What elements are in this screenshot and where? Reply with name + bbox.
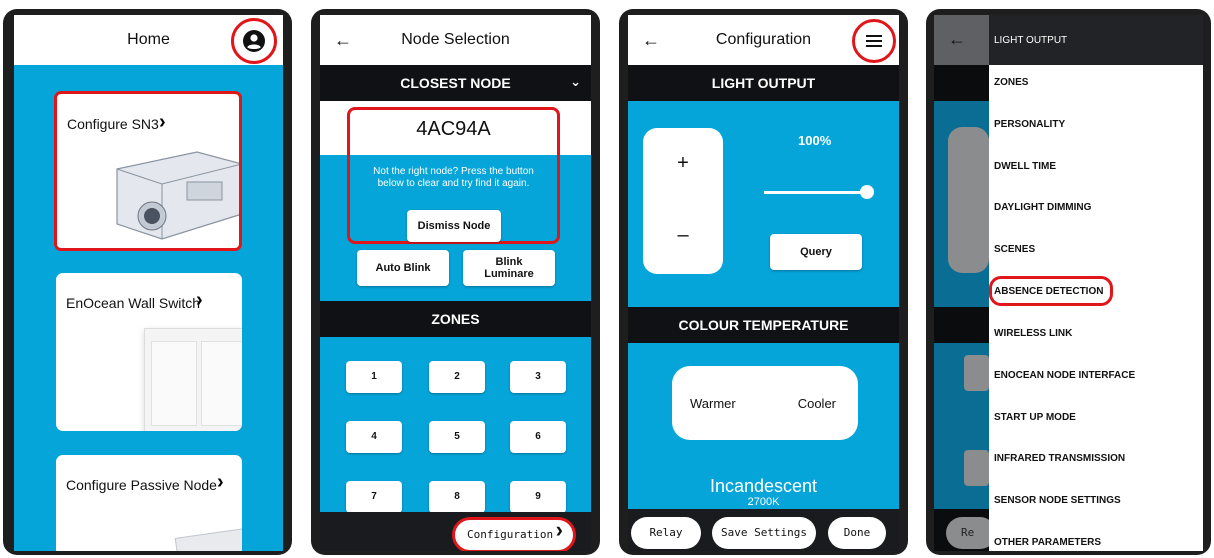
zone-button[interactable]: 1	[346, 361, 402, 393]
dimmer-control: + –	[643, 128, 723, 274]
menu-item-personality[interactable]: PERSONALITY	[994, 119, 1065, 130]
card-label: Configure Passive Node	[66, 477, 217, 493]
zone-button[interactable]: 8	[429, 481, 485, 513]
zone-button[interactable]: 7	[346, 481, 402, 513]
kelvin-label: 2700K	[747, 496, 780, 508]
node-hint: Not the right node? Press the button bel…	[373, 166, 534, 189]
colour-temperature-header: COLOUR TEMPERATURE	[628, 307, 899, 343]
configure-passive-node-card[interactable]: Configure Passive Node ›	[56, 455, 242, 551]
decrease-button[interactable]: –	[643, 224, 723, 247]
relay-button[interactable]: Relay	[631, 517, 701, 549]
zone-button[interactable]: 6	[510, 421, 566, 453]
zone-button[interactable]: 2	[429, 361, 485, 393]
menu-item-dwell-time[interactable]: DWELL TIME	[994, 161, 1056, 172]
auto-blink-button[interactable]: Auto Blink	[357, 250, 449, 286]
menu-item-zones[interactable]: ZONES	[994, 77, 1028, 88]
zone-button[interactable]: 4	[346, 421, 402, 453]
light-output-header: LIGHT OUTPUT	[628, 65, 899, 101]
phone-configuration: ← Configuration LIGHT OUTPUT + – 100% Qu…	[619, 9, 908, 555]
closest-node-header[interactable]: CLOSEST NODE ⌄	[320, 65, 591, 101]
closest-node-label: CLOSEST NODE	[400, 75, 511, 91]
save-settings-button[interactable]: Save Settings	[712, 517, 816, 549]
menu-item-enocean-node-interface[interactable]: ENOCEAN NODE INTERFACE	[994, 370, 1135, 381]
chevron-right-icon: ›	[159, 111, 166, 133]
slider-thumb[interactable]	[860, 185, 874, 199]
card-label: EnOcean Wall Switch	[66, 295, 201, 311]
node-highlight: 4AC94A Not the right node? Press the but…	[347, 107, 560, 244]
menu-item-wireless-link[interactable]: WIRELESS LINK	[994, 328, 1072, 339]
wall-switch-image	[144, 328, 242, 431]
navigation-drawer: LIGHT OUTPUT ZONES PERSONALITY DWELL TIM…	[989, 15, 1203, 551]
node-id: 4AC94A	[416, 118, 491, 140]
back-arrow-icon[interactable]: ←	[948, 29, 966, 50]
dismiss-node-button[interactable]: Dismiss Node	[407, 210, 501, 242]
phone-node-selection: ← Node Selection CLOSEST NODE ⌄ 4AC94A N…	[311, 9, 600, 555]
zone-button[interactable]: 9	[510, 481, 566, 513]
account-icon	[243, 30, 265, 52]
done-button[interactable]: Done	[828, 517, 886, 549]
dimmed-control	[948, 127, 989, 273]
light-percent: 100%	[798, 133, 832, 148]
menu-item-scenes[interactable]: SCENES	[994, 244, 1035, 255]
dimmed-header	[934, 307, 989, 343]
menu-item-daylight-dimming[interactable]: DAYLIGHT DIMMING	[994, 202, 1091, 213]
page-title: Node Selection	[401, 31, 510, 48]
menu-item-sensor-node-settings[interactable]: SENSOR NODE SETTINGS	[994, 495, 1121, 506]
dimmed-control	[964, 355, 989, 391]
passive-node-image	[174, 528, 242, 551]
incandescent-label: Incandescent	[709, 476, 818, 496]
profile-button[interactable]	[231, 18, 277, 64]
enocean-wall-switch-card[interactable]: EnOcean Wall Switch ›	[56, 273, 242, 431]
phone-home: Home Configure SN3 › EnOcean Wall Switch…	[3, 9, 292, 555]
configuration-screen: ← Configuration LIGHT OUTPUT + – 100% Qu…	[628, 15, 899, 551]
node-selection-app-bar: ← Node Selection	[320, 15, 591, 65]
menu-button[interactable]	[852, 19, 896, 63]
cooler-label[interactable]: Cooler	[798, 396, 836, 411]
home-app-bar: Home	[14, 15, 283, 65]
configuration-app-bar: ← Configuration	[628, 15, 899, 65]
chevron-right-icon: ›	[555, 517, 563, 542]
query-button[interactable]: Query	[770, 234, 862, 270]
sn3-device-image	[116, 151, 239, 240]
zones-header: ZONES	[320, 301, 591, 337]
colour-temperature-control[interactable]: Warmer Cooler	[672, 366, 858, 440]
increase-button[interactable]: +	[643, 152, 723, 175]
chevron-right-icon: ›	[196, 289, 203, 311]
menu-screen: ← Re LIGHT OUTPUT ZONES PERSONALITY DWEL…	[934, 15, 1203, 551]
configure-sn3-card[interactable]: Configure SN3 ›	[54, 91, 242, 251]
menu-item-start-up-mode[interactable]: START UP MODE	[994, 412, 1076, 423]
slider-track	[764, 191, 874, 194]
blink-luminaire-button[interactable]: Blink Luminare	[463, 250, 555, 286]
chevron-down-icon: ⌄	[570, 74, 581, 89]
home-screen: Home Configure SN3 › EnOcean Wall Switch…	[14, 15, 283, 551]
light-slider[interactable]	[764, 185, 874, 199]
zone-button[interactable]: 5	[429, 421, 485, 453]
dimmed-relay-label: Re	[961, 526, 975, 539]
hamburger-menu-icon	[866, 35, 882, 47]
configuration-button[interactable]: Configuration ›	[452, 517, 576, 551]
dimmed-app-bar: ←	[934, 15, 989, 65]
dimmed-control	[964, 450, 989, 486]
menu-item-light-output[interactable]: LIGHT OUTPUT	[994, 35, 1067, 46]
configuration-label: Configuration	[467, 528, 554, 541]
menu-item-infrared-transmission[interactable]: INFRARED TRANSMISSION	[994, 453, 1125, 464]
node-selection-screen: ← Node Selection CLOSEST NODE ⌄ 4AC94A N…	[320, 15, 591, 551]
dimmed-header	[934, 65, 989, 101]
zone-button[interactable]: 3	[510, 361, 566, 393]
chevron-right-icon: ›	[217, 471, 224, 493]
card-label: Configure SN3	[67, 116, 159, 132]
phone-menu: ← Re LIGHT OUTPUT ZONES PERSONALITY DWEL…	[926, 9, 1211, 555]
menu-item-other-parameters[interactable]: OTHER PARAMETERS	[994, 537, 1101, 548]
warmer-label[interactable]: Warmer	[690, 396, 736, 411]
menu-item-absence-detection[interactable]: ABSENCE DETECTION	[994, 286, 1103, 297]
